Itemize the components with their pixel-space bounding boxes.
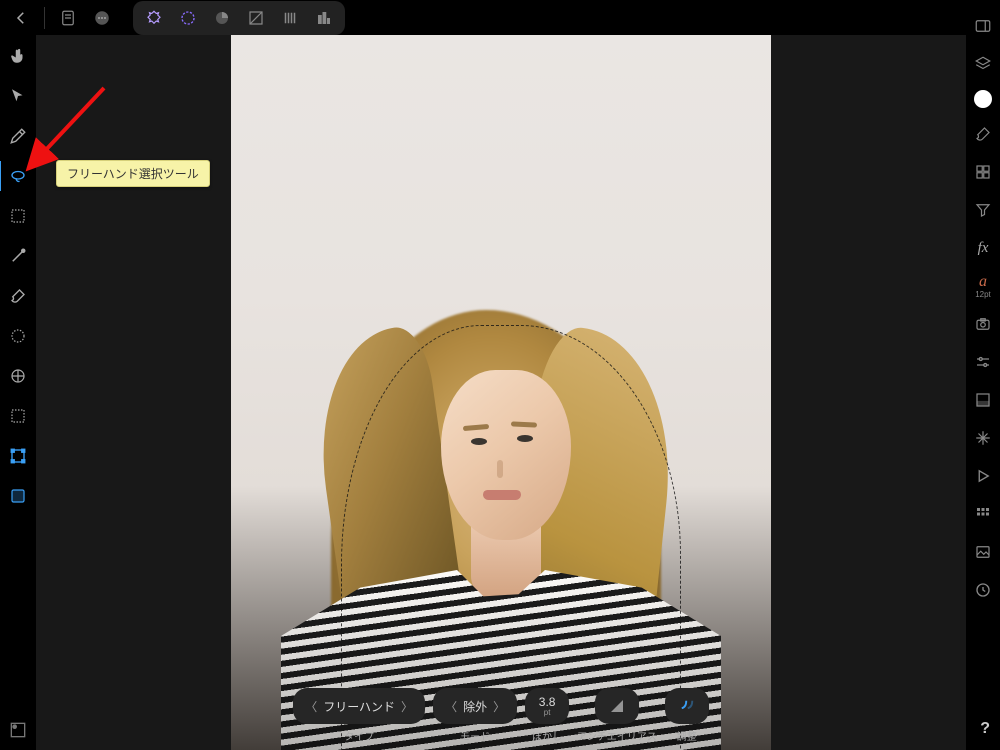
feather-value: 3.8 [539, 696, 556, 708]
history-panel-icon[interactable] [971, 578, 995, 602]
pixel-selection-tool-icon[interactable] [4, 444, 32, 468]
persona-export-icon[interactable] [273, 1, 307, 35]
layers-panel-icon[interactable] [971, 52, 995, 76]
antialias-button[interactable] [595, 688, 639, 724]
feather-unit: pt [544, 708, 551, 717]
refine-icon [678, 697, 696, 715]
type-value: フリーハンド [323, 698, 395, 715]
feather-stepper[interactable]: 3.8 pt [525, 688, 569, 724]
filter-panel-icon[interactable] [971, 198, 995, 222]
assets-grid-icon[interactable] [971, 502, 995, 526]
canvas-area[interactable]: 〈 フリーハンド 〉 タイプ 〈 除外 〉 モード 3.8 pt ぼかし [36, 35, 966, 750]
mode-label: モード [460, 728, 490, 743]
refine-button[interactable] [665, 688, 709, 724]
marquee-selection-tool-icon[interactable] [4, 204, 32, 228]
channels-panel-icon[interactable] [971, 388, 995, 412]
macro-panel-icon[interactable] [971, 464, 995, 488]
selection-brush-tool-icon[interactable] [4, 284, 32, 308]
swatches-panel-icon[interactable] [971, 160, 995, 184]
spare-channel-tool-icon[interactable] [4, 404, 32, 428]
persona-liquify-icon[interactable] [171, 1, 205, 35]
right-studio-toolbar: fx a 12pt [966, 10, 1000, 750]
persona-photo-icon[interactable] [137, 1, 171, 35]
feather-label: ぼかし [532, 728, 562, 743]
image-panel-icon[interactable] [971, 540, 995, 564]
hand-tool-icon[interactable] [4, 44, 32, 68]
type-dropdown[interactable]: 〈 フリーハンド 〉 [293, 688, 425, 724]
back-button[interactable] [4, 1, 38, 35]
refine-selection-tool-icon[interactable] [4, 324, 32, 348]
transform-panel-icon[interactable] [971, 426, 995, 450]
antialias-label: アンチエイリアス [577, 728, 657, 743]
document-photo[interactable] [231, 35, 771, 750]
help-button[interactable]: ? [980, 720, 990, 738]
color-panel-icon[interactable] [974, 90, 992, 108]
freehand-selection-tool-icon[interactable] [4, 164, 32, 188]
more-button[interactable] [85, 1, 119, 35]
mode-dropdown[interactable]: 〈 除外 〉 [433, 688, 517, 724]
stock-panel-icon[interactable] [971, 312, 995, 336]
persona-crop-icon[interactable] [307, 1, 341, 35]
top-toolbar [0, 0, 1000, 35]
text-panel-icon[interactable]: a 12pt [971, 274, 995, 298]
bottom-left-indicator-icon[interactable] [8, 720, 28, 740]
chevron-right-icon: 〉 [399, 698, 415, 715]
refine-label: 調整 [677, 728, 697, 743]
flood-select-tool-icon[interactable] [4, 244, 32, 268]
chevron-left-icon: 〈 [443, 698, 459, 715]
chevron-right-icon: 〉 [491, 698, 507, 715]
adjustment-panel-icon[interactable] [971, 350, 995, 374]
tool-tooltip: フリーハンド選択ツール [56, 160, 210, 187]
antialias-icon [608, 697, 626, 715]
persona-switcher [133, 1, 345, 35]
document-button[interactable] [51, 1, 85, 35]
panel-toggle-icon[interactable] [971, 14, 995, 38]
quick-mask-tool-icon[interactable] [4, 484, 32, 508]
mode-value: 除外 [463, 698, 487, 715]
color-picker-tool-icon[interactable] [4, 124, 32, 148]
context-toolbar: 〈 フリーハンド 〉 タイプ 〈 除外 〉 モード 3.8 pt ぼかし [261, 680, 741, 750]
chevron-left-icon: 〈 [303, 698, 319, 715]
crop-tool-icon[interactable] [4, 364, 32, 388]
persona-tone-icon[interactable] [239, 1, 273, 35]
left-toolbar [0, 36, 36, 750]
move-tool-icon[interactable] [4, 84, 32, 108]
fx-panel-icon[interactable]: fx [971, 236, 995, 260]
persona-develop-icon[interactable] [205, 1, 239, 35]
brush-panel-icon[interactable] [971, 122, 995, 146]
type-label: タイプ [344, 728, 374, 743]
